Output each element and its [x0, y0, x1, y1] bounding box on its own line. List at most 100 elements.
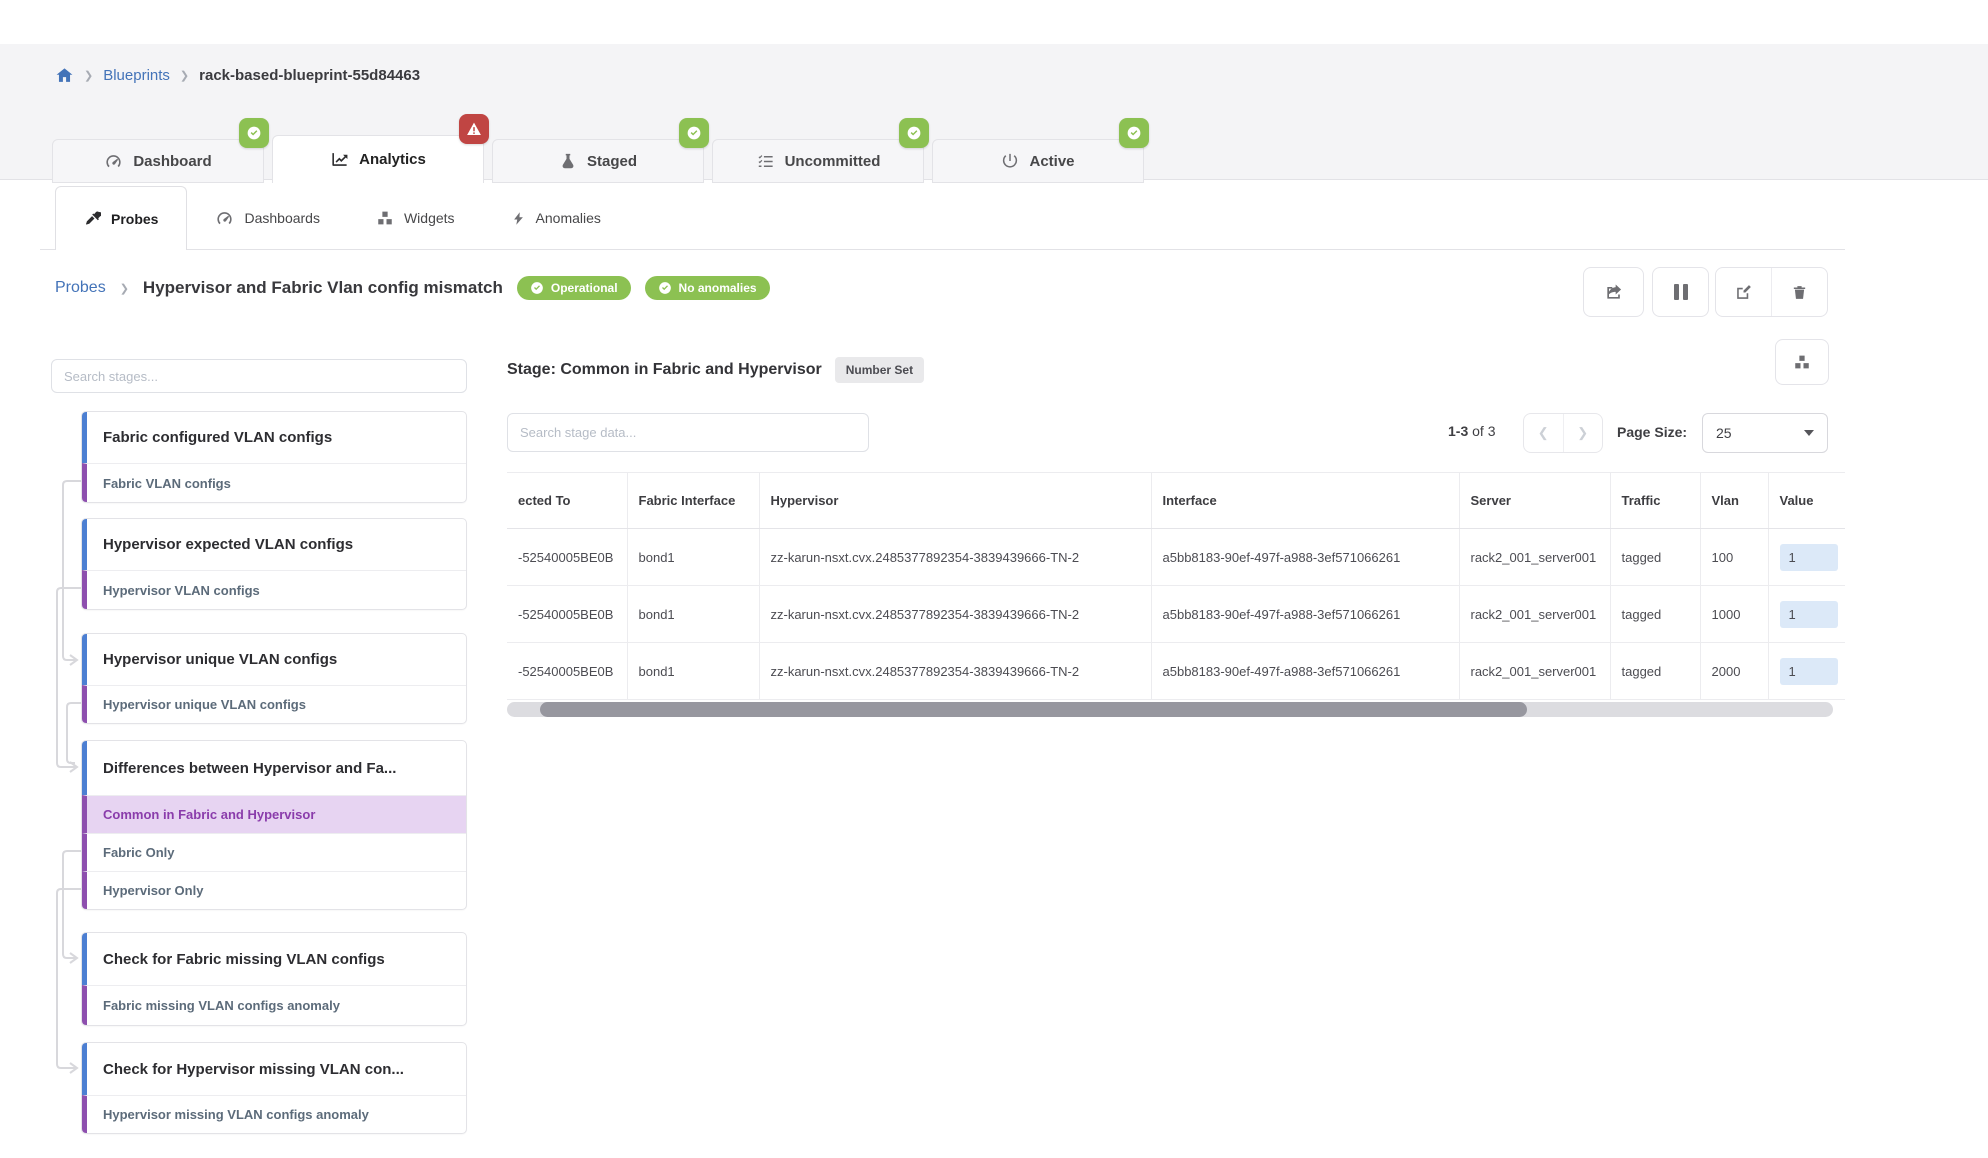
pagination-buttons: ❮ ❯ [1523, 413, 1603, 453]
bolt-icon [511, 210, 526, 227]
column-header[interactable]: ected To [507, 473, 627, 529]
table-cell: -52540005BE0B [507, 643, 627, 700]
table-cell: rack2_001_server001 [1459, 586, 1610, 643]
pause-icon [1673, 283, 1689, 301]
share-icon [1604, 282, 1624, 302]
stage-output-item[interactable]: Hypervisor VLAN configs [82, 570, 466, 609]
subtab-label: Widgets [404, 210, 455, 226]
table-header-row: ected ToFabric InterfaceHypervisorInterf… [507, 473, 1845, 529]
subtab-widgets[interactable]: Widgets [348, 186, 483, 250]
table-cell: a5bb8183-90ef-497f-a988-3ef571066261 [1151, 643, 1459, 700]
table-cell: zz-karun-nsxt.cvx.2485377892354-38394396… [759, 643, 1151, 700]
tab-label: Analytics [359, 151, 426, 168]
power-icon [1001, 152, 1019, 170]
table-cell: 2000 [1700, 643, 1768, 700]
table-cell: -52540005BE0B [507, 529, 627, 586]
stage-heading: Stage: Common in Fabric and Hypervisor [507, 361, 822, 379]
stage-panel: Stage: Common in Fabric and Hypervisor N… [507, 357, 1845, 757]
stage-card: Hypervisor unique VLAN configsHypervisor… [81, 633, 467, 724]
horizontal-scrollbar-thumb[interactable] [540, 702, 1527, 717]
column-header[interactable]: Value [1768, 473, 1845, 529]
stage-card-title[interactable]: Hypervisor expected VLAN configs [82, 519, 466, 570]
stage-output-item[interactable]: Hypervisor unique VLAN configs [82, 685, 466, 723]
stage-output-item[interactable]: Hypervisor missing VLAN configs anomaly [82, 1095, 466, 1133]
stage-output-item[interactable]: Fabric Only [82, 833, 466, 871]
analytics-subtabs: Probes Dashboards Widgets Anomalies [55, 186, 629, 250]
status-badge-operational: Operational [517, 276, 631, 300]
stages-sidebar: Fabric configured VLAN configsFabric VLA… [51, 359, 467, 1139]
stage-output-item[interactable]: Fabric missing VLAN configs anomaly [82, 985, 466, 1025]
subtab-anomalies[interactable]: Anomalies [483, 186, 629, 250]
column-header[interactable]: Server [1459, 473, 1610, 529]
stage-card-title[interactable]: Check for Fabric missing VLAN configs [82, 933, 466, 985]
probe-edit-delete-group [1715, 267, 1828, 317]
probe-header: Probes ❯ Hypervisor and Fabric Vlan conf… [55, 276, 770, 300]
stage-card-title[interactable]: Differences between Hypervisor and Fa... [82, 741, 466, 795]
tab-analytics[interactable]: Analytics [272, 135, 484, 183]
stage-output-item[interactable]: Fabric VLAN configs [82, 463, 466, 502]
stage-connectors [51, 359, 81, 1139]
column-header[interactable]: Vlan [1700, 473, 1768, 529]
caret-down-icon [1804, 430, 1814, 436]
value-highlight: 1 [1780, 601, 1838, 628]
table-cell: bond1 [627, 586, 759, 643]
tab-uncommitted[interactable]: Uncommitted [712, 139, 924, 183]
table-controls: 1-3 of 3 ❮ ❯ Page Size: 25 [507, 413, 1845, 453]
next-page-button[interactable]: ❯ [1563, 414, 1603, 452]
breadcrumb-link-blueprints[interactable]: Blueprints [103, 67, 170, 84]
tab-label: Uncommitted [785, 153, 881, 170]
home-icon[interactable] [55, 66, 74, 85]
chevron-left-icon: ❮ [1538, 425, 1549, 441]
edit-probe-button[interactable] [1716, 268, 1771, 316]
stage-card: Fabric configured VLAN configsFabric VLA… [81, 411, 467, 503]
horizontal-scrollbar[interactable] [507, 702, 1833, 717]
flask-icon [559, 152, 577, 170]
stage-output-item-selected[interactable]: Common in Fabric and Hypervisor [82, 795, 466, 833]
search-stages-input[interactable] [51, 359, 467, 393]
stage-panel-header: Stage: Common in Fabric and Hypervisor N… [507, 357, 924, 383]
ok-badge [239, 118, 269, 148]
stage-card-title[interactable]: Hypervisor unique VLAN configs [82, 634, 466, 685]
table-cell: zz-karun-nsxt.cvx.2485377892354-38394396… [759, 586, 1151, 643]
dropper-icon [84, 210, 101, 227]
export-probe-button[interactable] [1583, 267, 1644, 317]
search-stage-data-input[interactable] [507, 413, 869, 452]
subtab-probes[interactable]: Probes [55, 186, 187, 250]
stage-card-title[interactable]: Check for Hypervisor missing VLAN con... [82, 1043, 466, 1095]
column-header[interactable]: Interface [1151, 473, 1459, 529]
probes-breadcrumb-link[interactable]: Probes [55, 279, 106, 297]
breadcrumb-current-blueprint: rack-based-blueprint-55d84463 [199, 67, 420, 84]
table-cell: bond1 [627, 643, 759, 700]
tab-label: Active [1029, 153, 1074, 170]
tab-active[interactable]: Active [932, 139, 1144, 183]
table-cell: tagged [1610, 529, 1700, 586]
breadcrumb-separator: ❯ [84, 69, 93, 82]
table-row: -52540005BE0Bbond1zz-karun-nsxt.cvx.2485… [507, 586, 1845, 643]
gauge-icon [215, 209, 234, 228]
breadcrumb-separator: ❯ [180, 69, 189, 82]
pagination-range: 1-3 of 3 [1448, 423, 1495, 439]
tab-dashboard[interactable]: Dashboard [52, 139, 264, 183]
delete-probe-button[interactable] [1771, 268, 1827, 316]
ok-badge [1119, 118, 1149, 148]
table-cell: 1 [1768, 529, 1845, 586]
tab-staged[interactable]: Staged [492, 139, 704, 183]
stage-card: Check for Hypervisor missing VLAN con...… [81, 1042, 467, 1134]
table-cell: a5bb8183-90ef-497f-a988-3ef571066261 [1151, 529, 1459, 586]
page-size-select[interactable]: 25 [1702, 413, 1828, 453]
table-cell: 100 [1700, 529, 1768, 586]
subtab-dashboards[interactable]: Dashboards [187, 186, 348, 250]
column-header[interactable]: Traffic [1610, 473, 1700, 529]
column-header[interactable]: Hypervisor [759, 473, 1151, 529]
table-cell: -52540005BE0B [507, 586, 627, 643]
subtab-label: Dashboards [244, 210, 320, 226]
column-header[interactable]: Fabric Interface [627, 473, 759, 529]
stage-card-title[interactable]: Fabric configured VLAN configs [82, 412, 466, 463]
pause-probe-button[interactable] [1652, 267, 1709, 317]
subtab-label: Anomalies [536, 210, 601, 226]
prev-page-button[interactable]: ❮ [1524, 414, 1563, 452]
probe-title: Hypervisor and Fabric Vlan config mismat… [143, 278, 503, 298]
tab-label: Staged [587, 153, 637, 170]
stage-output-item[interactable]: Hypervisor Only [82, 871, 466, 909]
table-cell: 1 [1768, 586, 1845, 643]
